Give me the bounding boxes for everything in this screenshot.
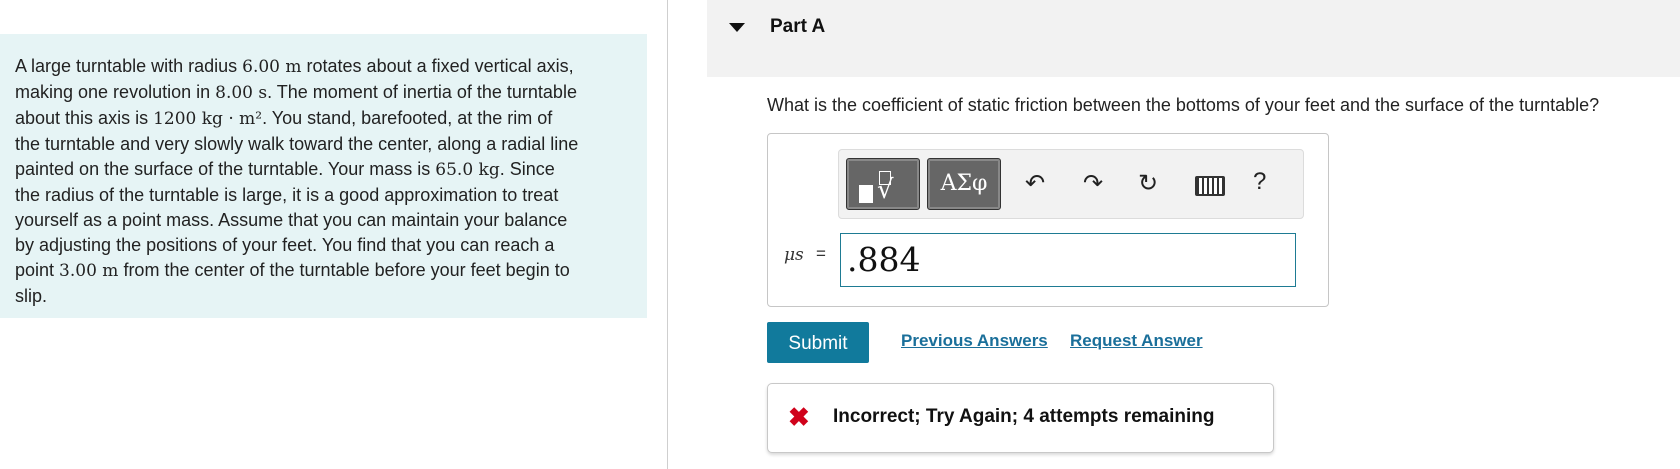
feedback-banner: ✖ Incorrect; Try Again; 4 attempts remai… (767, 383, 1274, 453)
equals-sign: = (816, 244, 826, 263)
question-text: What is the coefficient of static fricti… (767, 95, 1600, 115)
request-answer-link[interactable]: Request Answer (1070, 331, 1203, 351)
undo-icon[interactable]: ↶ (1020, 169, 1050, 199)
collapse-caret-icon[interactable] (729, 23, 745, 32)
feedback-message: Incorrect; Try Again; 4 attempts remaini… (833, 406, 1215, 427)
reset-icon[interactable]: ↻ (1133, 169, 1163, 199)
problem-line: making one revolution in 8.00 s. The mom… (15, 82, 577, 103)
problem-line: by adjusting the positions of your feet.… (15, 235, 555, 255)
submit-button[interactable]: Submit (767, 322, 869, 363)
problem-line: about this axis is 1200 kg · m². You sta… (15, 108, 553, 129)
problem-line: yourself as a point mass. Assume that yo… (15, 210, 568, 230)
column-divider (667, 0, 668, 469)
problem-text: A large turntable with radius 6.00 m rot… (15, 54, 635, 309)
problem-statement-panel: A large turntable with radius 6.00 m rot… (0, 34, 647, 318)
templates-button[interactable]: √ (846, 158, 920, 210)
radical-icon: √ (877, 175, 894, 205)
keyboard-icon[interactable] (1195, 176, 1225, 196)
template-block-icon (859, 185, 873, 203)
incorrect-x-icon: ✖ (788, 402, 810, 432)
previous-answers-link[interactable]: Previous Answers (901, 331, 1048, 351)
greek-symbols-button[interactable]: ΑΣφ (927, 158, 1001, 210)
problem-line: the radius of the turntable is large, it… (15, 185, 559, 205)
problem-line: slip. (15, 286, 48, 306)
problem-line: A large turntable with radius 6.00 m rot… (15, 56, 574, 77)
answer-input[interactable] (840, 233, 1296, 287)
problem-line: painted on the surface of the turntable.… (15, 159, 555, 180)
problem-line: the turntable and very slowly walk towar… (15, 134, 579, 154)
help-button[interactable]: ? (1253, 168, 1266, 196)
variable-label: μs (784, 245, 804, 265)
redo-icon[interactable]: ↷ (1078, 169, 1108, 199)
problem-line: point 3.00 m from the center of the turn… (15, 260, 570, 281)
part-header[interactable]: Part A (707, 0, 1680, 77)
math-toolbar: √ ΑΣφ ↶ ↷ ↻ ? (838, 149, 1304, 219)
part-title[interactable]: Part A (770, 16, 825, 38)
answer-box: √ ΑΣφ ↶ ↷ ↻ ? μs = (767, 133, 1329, 307)
